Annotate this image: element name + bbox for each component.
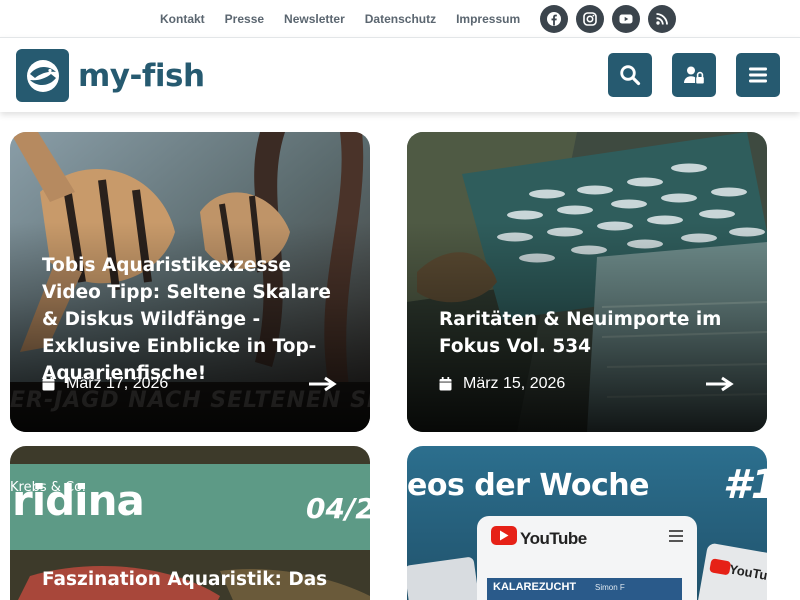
menu-icon — [749, 67, 767, 83]
post-card-3-title[interactable]: Faszination Aquaristik: Das — [42, 566, 340, 593]
logo-text: my-fish — [78, 57, 205, 94]
post-card-2-meta: März 15, 2026 — [439, 375, 735, 393]
nav-link-kontakt[interactable]: Kontakt — [160, 12, 205, 26]
youtube-logo-text: YouTube — [520, 529, 587, 548]
login-button[interactable] — [672, 53, 716, 97]
logo-fish-icon — [16, 49, 69, 102]
nav-link-impressum[interactable]: Impressum — [456, 12, 520, 26]
post-card-4-banner-title: eos der Woche — [407, 468, 649, 503]
site-header: my-fish — [0, 37, 800, 112]
nav-link-datenschutz[interactable]: Datenschutz — [365, 12, 436, 26]
menu-button[interactable] — [736, 53, 780, 97]
post-card-1-date: März 17, 2026 — [66, 375, 169, 392]
post-card-2[interactable]: Raritäten & Neuimporte im Fokus Vol. 534… — [407, 132, 767, 432]
calendar-icon — [42, 377, 55, 391]
post-card-1[interactable]: ER-JAGD NACH SELTENEN SKA Tobis Aquarist… — [10, 132, 370, 432]
facebook-icon[interactable] — [540, 4, 569, 33]
post-card-2-title[interactable]: Raritäten & Neuimporte im Fokus Vol. 534 — [439, 306, 737, 360]
top-bar: Kontakt Presse Newsletter Datenschutz Im… — [0, 0, 800, 37]
post-card-3-banner-issue: 04/2 — [306, 492, 370, 525]
youtube-icon[interactable] — [612, 4, 641, 33]
post-card-4-thumb-label: KALAREZUCHT — [493, 581, 577, 593]
post-card-4-thumb-sub: Simon F — [595, 583, 625, 592]
nav-link-newsletter[interactable]: Newsletter — [284, 12, 345, 26]
instagram-icon[interactable] — [576, 4, 605, 33]
user-lock-icon — [684, 66, 704, 84]
calendar-icon — [439, 377, 452, 391]
search-button[interactable] — [608, 53, 652, 97]
post-card-2-date: März 15, 2026 — [463, 375, 566, 392]
search-icon — [620, 65, 641, 86]
rss-icon[interactable] — [648, 4, 677, 33]
post-card-3-banner-title: ridina — [12, 476, 145, 525]
post-card-3[interactable]: Krebs & Co. ridina 04/2 Faszination Aqua… — [10, 446, 370, 600]
post-card-4-banner-number: #1 — [723, 462, 767, 508]
site-logo[interactable]: my-fish — [16, 49, 205, 102]
arrow-right-icon[interactable] — [705, 376, 735, 392]
top-nav: Kontakt Presse Newsletter Datenschutz Im… — [150, 0, 677, 37]
nav-link-presse[interactable]: Presse — [225, 12, 264, 26]
post-card-1-meta: März 17, 2026 — [42, 375, 338, 393]
post-card-4[interactable]: eos der Woche #1 YouTube KALAREZUCHT Sim… — [407, 446, 767, 600]
post-card-1-title[interactable]: Tobis Aquaristikexzesse Video Tipp: Selt… — [42, 252, 340, 387]
arrow-right-icon[interactable] — [308, 376, 338, 392]
social-links — [532, 4, 677, 33]
